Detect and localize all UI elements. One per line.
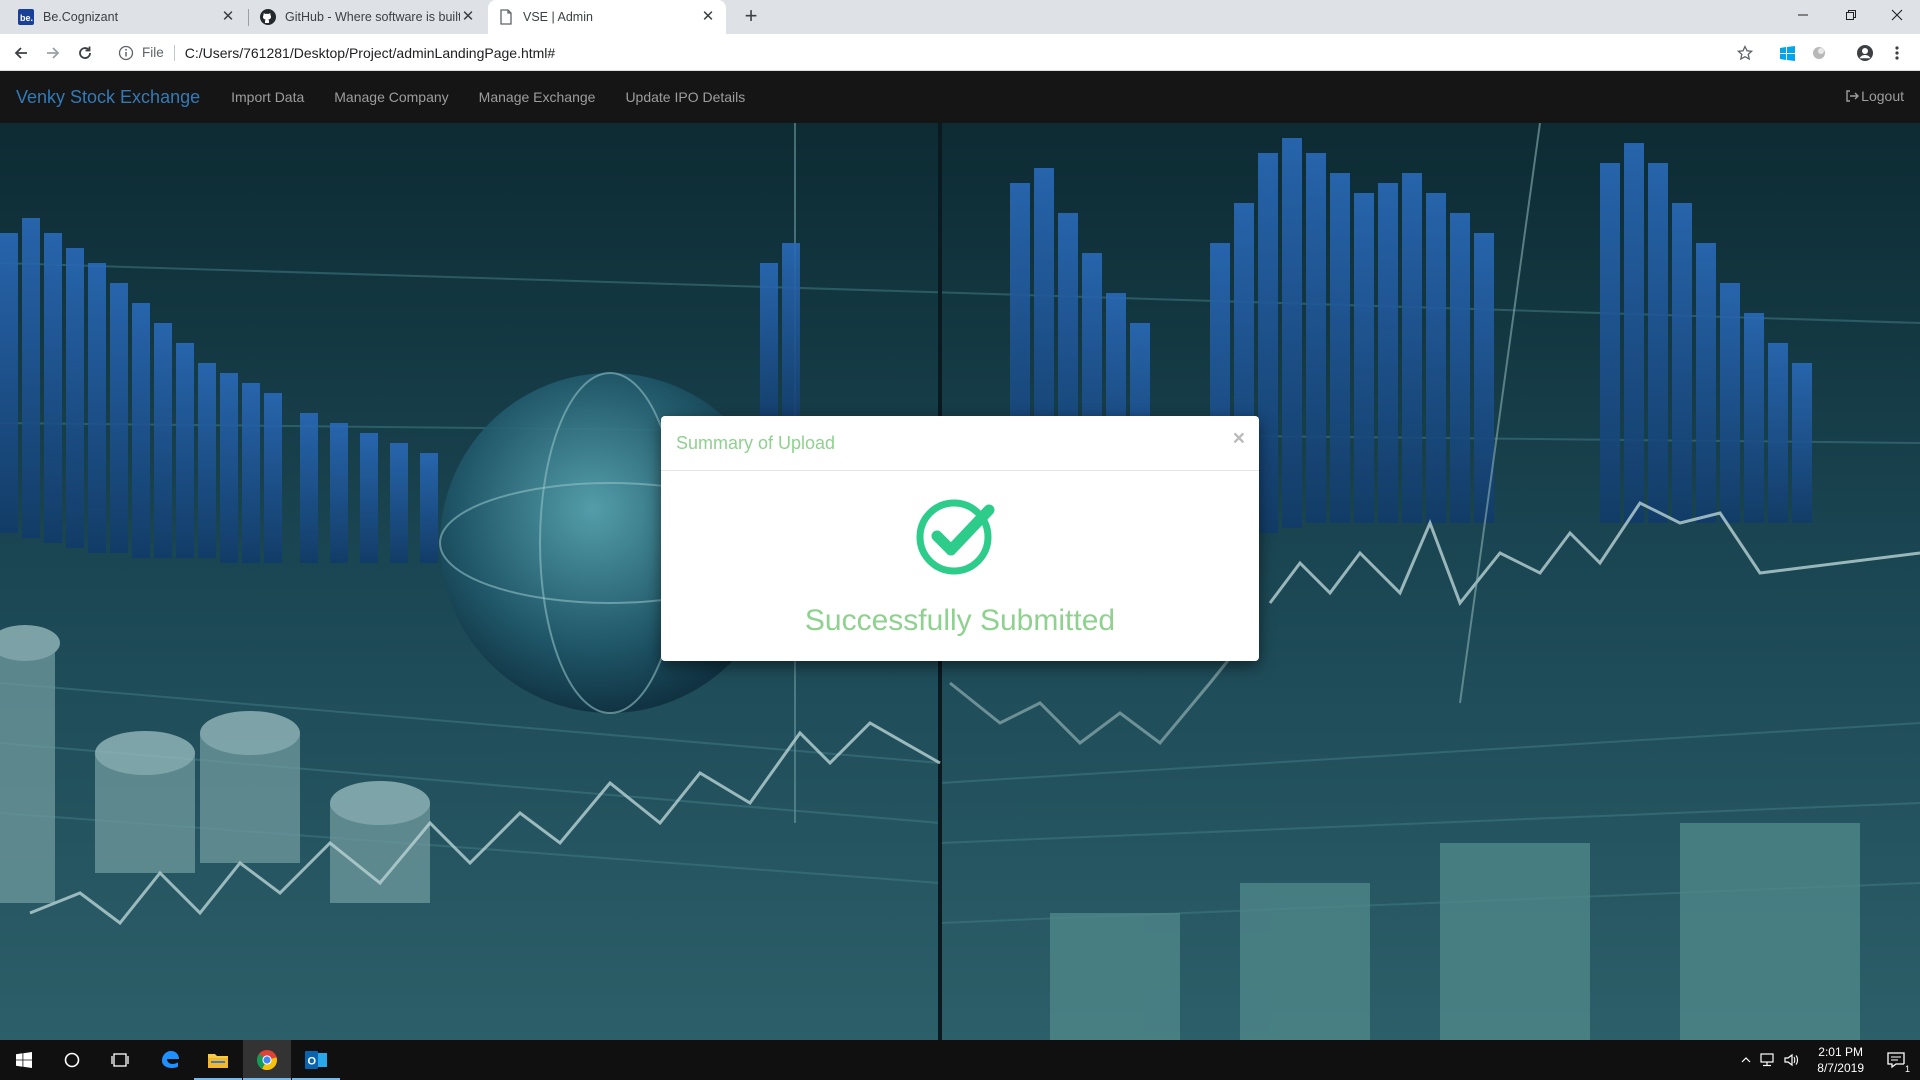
windows-start-icon[interactable] — [0, 1040, 48, 1080]
modal-title: Summary of Upload — [676, 433, 836, 453]
upload-summary-modal: Summary of Upload × Successfully Submitt… — [661, 416, 1259, 661]
scheme-label: File — [142, 45, 164, 60]
address-divider — [173, 44, 175, 61]
restore-icon[interactable] — [1828, 0, 1874, 30]
be-cognizant-icon: be. — [18, 9, 34, 25]
tab-vse-admin[interactable]: VSE | Admin ✕ — [488, 0, 726, 34]
browser-tab-strip: be. Be.Cognizant ✕ GitHub - Where softwa… — [0, 0, 1920, 34]
tab-title: Be.Cognizant — [43, 10, 119, 24]
close-tab-icon[interactable]: ✕ — [460, 9, 476, 25]
check-circle-icon — [916, 499, 995, 575]
clock-date: 8/7/2019 — [1817, 1061, 1864, 1075]
brand-link[interactable]: Venky Stock Exchange — [16, 87, 200, 108]
address-bar[interactable]: File C:/Users/761281/Desktop/Project/adm… — [108, 38, 1768, 67]
notification-count: 1 — [1903, 1064, 1911, 1074]
menu-dots-icon[interactable] — [1885, 41, 1909, 65]
logout-icon — [1846, 90, 1860, 102]
edge-browser-icon[interactable] — [146, 1040, 194, 1080]
system-tray — [1736, 1040, 1804, 1080]
forward-arrow-icon[interactable] — [41, 41, 65, 65]
logout-label: Logout — [1861, 88, 1904, 104]
clock-time: 2:01 PM — [1818, 1045, 1863, 1059]
cortana-search-icon[interactable] — [48, 1040, 96, 1080]
url-text[interactable]: C:/Users/761281/Desktop/Project/adminLan… — [185, 45, 555, 61]
chevron-up-icon[interactable] — [1736, 1057, 1756, 1063]
notification-center-icon[interactable]: 1 — [1872, 1040, 1920, 1080]
tab-title: VSE | Admin — [523, 10, 593, 24]
success-message: Successfully Submitted — [804, 604, 1116, 637]
task-view-icon[interactable] — [96, 1040, 144, 1080]
github-icon — [260, 9, 276, 25]
site-navbar: Venky Stock Exchange Import Data Manage … — [0, 71, 1920, 123]
svg-text:be.: be. — [20, 13, 33, 23]
page-icon — [498, 9, 514, 25]
outlook-icon[interactable]: O — [292, 1040, 340, 1080]
windows-taskbar: O 2:01 PM 8/7/2019 1 — [0, 1040, 1920, 1080]
close-tab-icon[interactable]: ✕ — [700, 9, 716, 25]
page-viewport: Venky Stock Exchange Import Data Manage … — [0, 71, 1920, 1040]
volume-icon[interactable] — [1780, 1053, 1804, 1067]
browser-toolbar: File C:/Users/761281/Desktop/Project/adm… — [0, 34, 1920, 71]
network-icon[interactable] — [1756, 1053, 1780, 1067]
bookmark-star-icon[interactable] — [1733, 41, 1757, 65]
nav-manage-exchange[interactable]: Manage Exchange — [479, 89, 596, 105]
extension-circle-icon[interactable] — [1807, 41, 1831, 65]
info-icon[interactable] — [118, 45, 134, 61]
tab-title: GitHub - Where software is built — [285, 10, 460, 24]
close-window-icon[interactable] — [1874, 0, 1920, 30]
windows-extension-icon[interactable] — [1775, 41, 1799, 65]
reload-icon[interactable] — [73, 41, 97, 65]
new-tab-button[interactable]: + — [738, 4, 764, 30]
minimize-icon[interactable] — [1780, 0, 1826, 30]
chrome-icon[interactable] — [243, 1040, 291, 1080]
modal-close-button[interactable]: × — [1233, 427, 1245, 451]
profile-avatar-icon[interactable] — [1853, 41, 1877, 65]
svg-text:O: O — [308, 1056, 317, 1068]
tab-be-cognizant[interactable]: be. Be.Cognizant ✕ — [8, 0, 246, 34]
tab-separator — [248, 9, 249, 26]
logout-link[interactable]: Logout — [1845, 88, 1904, 104]
taskbar-clock[interactable]: 2:01 PM 8/7/2019 — [1817, 1044, 1864, 1076]
modal-header: Summary of Upload × — [661, 416, 1259, 471]
nav-import-data[interactable]: Import Data — [231, 89, 304, 105]
nav-update-ipo-details[interactable]: Update IPO Details — [625, 89, 745, 105]
tab-github[interactable]: GitHub - Where software is built ✕ — [250, 0, 486, 34]
nav-manage-company[interactable]: Manage Company — [334, 89, 448, 105]
close-tab-icon[interactable]: ✕ — [220, 9, 236, 25]
back-arrow-icon[interactable] — [9, 41, 33, 65]
file-explorer-icon[interactable] — [194, 1040, 242, 1080]
